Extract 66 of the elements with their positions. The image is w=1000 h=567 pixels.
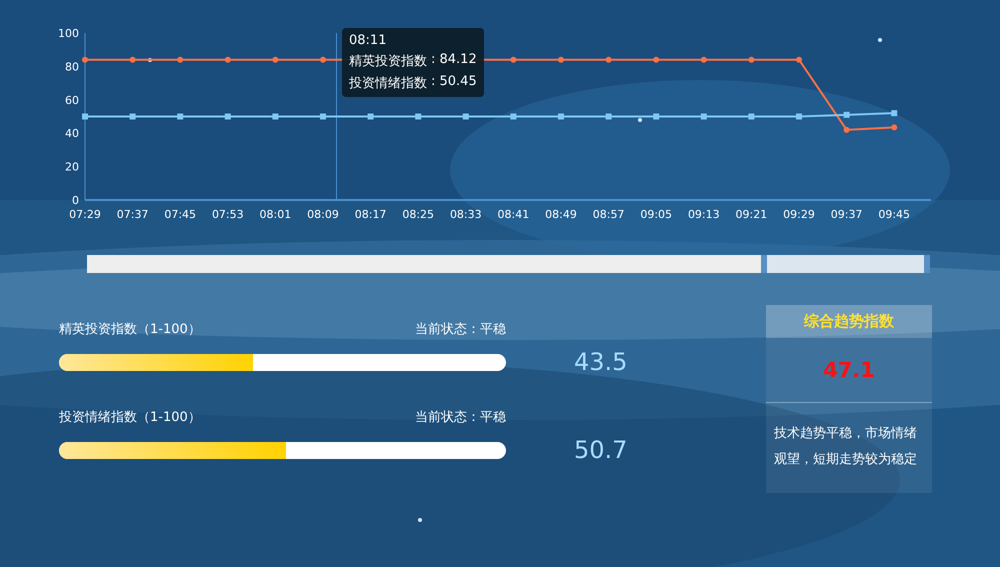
zoom-slider[interactable] bbox=[87, 255, 930, 273]
x-tick-label: 09:05 bbox=[640, 208, 672, 221]
x-tick-label: 09:29 bbox=[783, 208, 815, 221]
x-tick-label: 08:49 bbox=[545, 208, 577, 221]
data-point bbox=[700, 56, 707, 63]
summary-value: 47.1 bbox=[766, 338, 932, 403]
data-point bbox=[224, 56, 231, 63]
series-name: 投资情绪指数 bbox=[349, 75, 427, 92]
status-text: 当前状态：平稳 bbox=[415, 409, 506, 426]
data-point bbox=[510, 56, 516, 63]
tooltip-time: 08:11 bbox=[349, 33, 388, 48]
x-tick-label: 08:09 bbox=[307, 208, 339, 221]
data-point bbox=[796, 56, 802, 63]
tooltip-value: : 84.12 bbox=[431, 52, 477, 69]
data-point bbox=[130, 114, 136, 120]
data-point bbox=[891, 124, 898, 130]
data-point bbox=[606, 114, 612, 120]
tooltip-value: : 50.45 bbox=[431, 74, 477, 91]
data-point bbox=[177, 114, 184, 120]
series-name: 精英投资指数 bbox=[349, 53, 427, 70]
data-point bbox=[272, 56, 278, 63]
x-tick-label: 09:45 bbox=[878, 208, 910, 221]
index-label: 投资情绪指数（1-100） bbox=[59, 409, 201, 426]
data-point bbox=[82, 114, 88, 120]
data-point bbox=[558, 56, 564, 63]
x-tick-label: 08:57 bbox=[592, 208, 624, 221]
data-point bbox=[653, 114, 660, 120]
data-point bbox=[748, 56, 754, 63]
y-tick-label: 0 bbox=[72, 194, 79, 207]
card-title: 综合趋势指数 bbox=[766, 305, 932, 338]
index-value: 43.5 bbox=[574, 348, 628, 376]
data-point bbox=[844, 126, 850, 133]
data-point bbox=[891, 110, 898, 116]
x-tick-label: 09:37 bbox=[830, 208, 862, 221]
data-point bbox=[606, 56, 612, 63]
data-point bbox=[320, 114, 326, 120]
x-tick-label: 08:01 bbox=[260, 208, 292, 221]
data-point bbox=[415, 114, 422, 120]
data-point bbox=[653, 56, 660, 63]
y-tick-label: 80 bbox=[65, 60, 79, 74]
y-tick-label: 60 bbox=[65, 94, 79, 107]
data-point bbox=[796, 114, 802, 120]
x-tick-label: 07:45 bbox=[164, 208, 196, 221]
status-text: 当前状态：平稳 bbox=[415, 321, 506, 338]
x-tick-label: 07:29 bbox=[69, 208, 101, 221]
data-point bbox=[368, 114, 374, 120]
x-tick-label: 07:53 bbox=[212, 208, 244, 221]
data-point bbox=[558, 114, 564, 120]
x-tick-label: 09:21 bbox=[736, 208, 768, 221]
y-tick-label: 40 bbox=[65, 127, 79, 140]
y-tick-label: 20 bbox=[65, 160, 79, 174]
x-tick-label: 08:25 bbox=[402, 208, 434, 221]
data-point bbox=[130, 56, 136, 63]
x-tick-label: 08:41 bbox=[498, 208, 530, 221]
summary-text: 技术趋势平稳，市场情绪观望，短期走势较为稳定 bbox=[773, 425, 918, 469]
x-tick-label: 08:17 bbox=[354, 208, 386, 221]
zoom-window[interactable] bbox=[761, 255, 930, 273]
x-tick-label: 08:33 bbox=[450, 208, 482, 221]
data-point bbox=[82, 56, 88, 63]
index-value: 50.7 bbox=[574, 436, 628, 464]
x-tick-label: 09:13 bbox=[688, 208, 720, 221]
data-point bbox=[177, 56, 184, 63]
data-point bbox=[320, 56, 326, 63]
index-label: 精英投资指数（1-100） bbox=[59, 321, 201, 338]
x-tick-label: 07:37 bbox=[116, 208, 148, 221]
y-tick-label: 100 bbox=[58, 27, 79, 40]
